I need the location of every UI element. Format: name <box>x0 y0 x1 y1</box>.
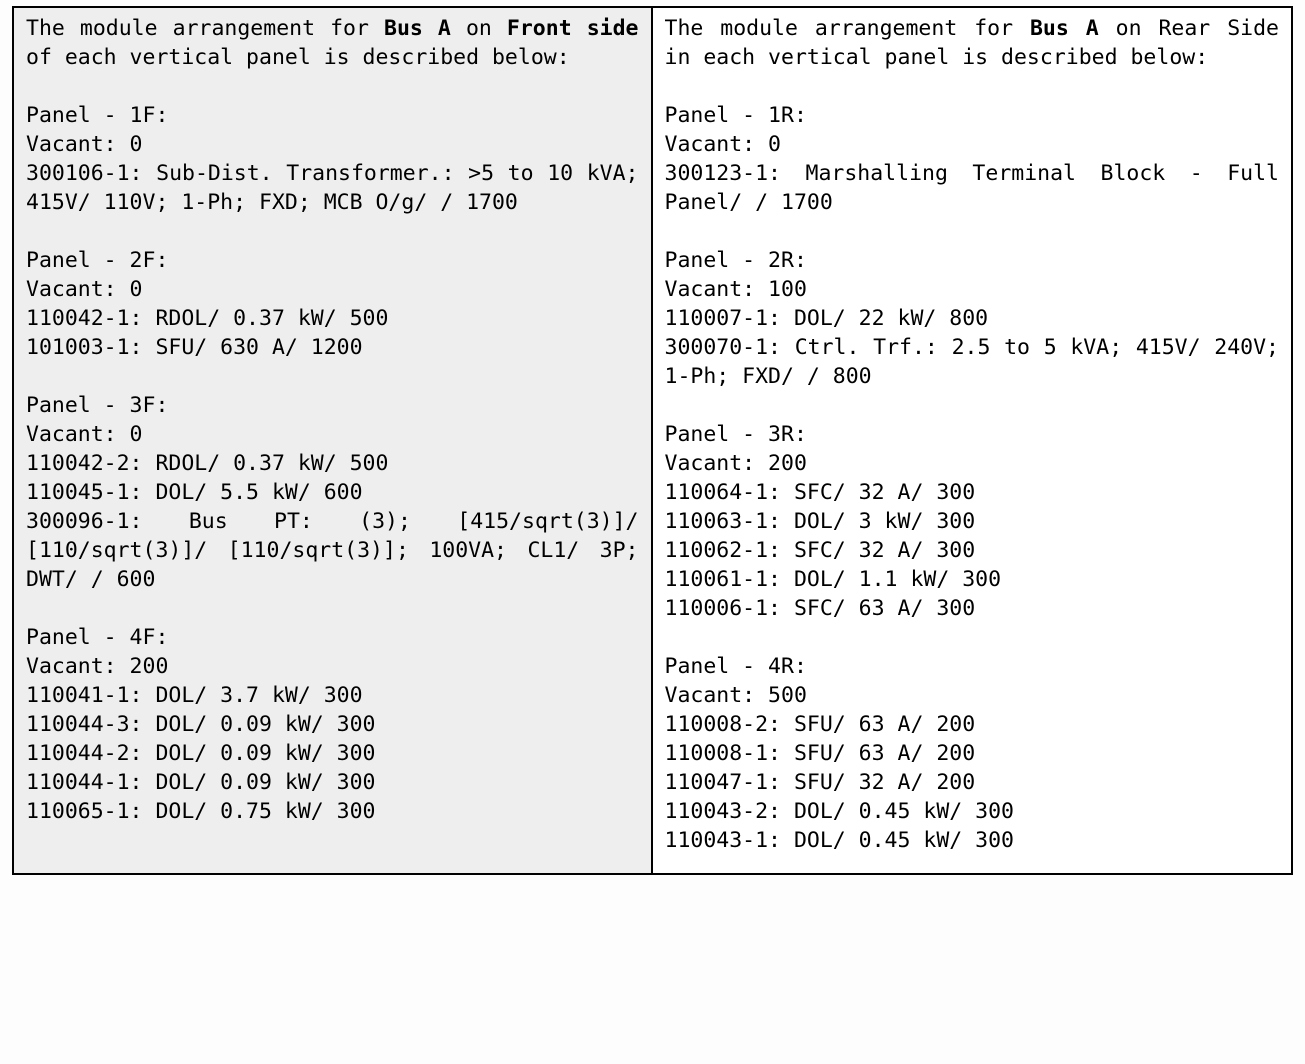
panel-vacant: Vacant: 0 <box>26 130 639 159</box>
rear-panel-block: Panel - 4R:Vacant: 500110008-2: SFU/ 63 … <box>665 652 1280 855</box>
panel-vacant: Vacant: 500 <box>665 681 1280 710</box>
module-line: 101003-1: SFU/ 630 A/ 1200 <box>26 333 639 362</box>
two-column-table: The module arrangement for Bus A on Fron… <box>12 6 1293 875</box>
module-line: 110042-2: RDOL/ 0.37 kW/ 500 <box>26 449 639 478</box>
module-line: 110043-1: DOL/ 0.45 kW/ 300 <box>665 826 1280 855</box>
front-side-column: The module arrangement for Bus A on Fron… <box>14 8 653 873</box>
rear-panel-block: Panel - 3R:Vacant: 200110064-1: SFC/ 32 … <box>665 420 1280 623</box>
module-line: 110008-1: SFU/ 63 A/ 200 <box>665 739 1280 768</box>
module-line: 110044-1: DOL/ 0.09 kW/ 300 <box>26 768 639 797</box>
panel-vacant: Vacant: 0 <box>26 275 639 304</box>
module-line: 110006-1: SFC/ 63 A/ 300 <box>665 594 1280 623</box>
panel-vacant: Vacant: 0 <box>665 130 1280 159</box>
module-line: 110042-1: RDOL/ 0.37 kW/ 500 <box>26 304 639 333</box>
rear-side-column: The module arrangement for Bus A on Rear… <box>653 8 1292 873</box>
module-line: 110045-1: DOL/ 5.5 kW/ 600 <box>26 478 639 507</box>
front-intro: The module arrangement for Bus A on Fron… <box>26 14 639 72</box>
front-intro-text-1: The module arrangement for <box>26 16 384 41</box>
module-line: 110044-2: DOL/ 0.09 kW/ 300 <box>26 739 639 768</box>
front-panel-block: Panel - 4F:Vacant: 200110041-1: DOL/ 3.7… <box>26 623 639 826</box>
rear-intro-text-1: The module arrangement for <box>665 16 1030 41</box>
module-line: 110063-1: DOL/ 3 kW/ 300 <box>665 507 1280 536</box>
front-intro-text-2: on <box>451 16 507 41</box>
panel-vacant: Vacant: 100 <box>665 275 1280 304</box>
module-line: 110008-2: SFU/ 63 A/ 200 <box>665 710 1280 739</box>
front-side-label: Front side <box>507 16 639 41</box>
module-line: 110064-1: SFC/ 32 A/ 300 <box>665 478 1280 507</box>
module-line: 110061-1: DOL/ 1.1 kW/ 300 <box>665 565 1280 594</box>
document-page: The module arrangement for Bus A on Fron… <box>0 0 1305 915</box>
front-bus-name: Bus A <box>384 16 451 41</box>
module-line: 110007-1: DOL/ 22 kW/ 800 <box>665 304 1280 333</box>
module-line: 110044-3: DOL/ 0.09 kW/ 300 <box>26 710 639 739</box>
panel-title: Panel - 4R: <box>665 652 1280 681</box>
module-line: 300123-1: Marshalling Terminal Block - F… <box>665 159 1280 217</box>
panel-title: Panel - 3R: <box>665 420 1280 449</box>
panel-title: Panel - 2F: <box>26 246 639 275</box>
panel-vacant: Vacant: 200 <box>26 652 639 681</box>
front-panel-block: Panel - 3F:Vacant: 0110042-2: RDOL/ 0.37… <box>26 391 639 594</box>
front-intro-text-3: of each vertical panel is described belo… <box>26 45 570 70</box>
panel-title: Panel - 3F: <box>26 391 639 420</box>
module-line: 110041-1: DOL/ 3.7 kW/ 300 <box>26 681 639 710</box>
rear-panel-block: Panel - 1R:Vacant: 0300123-1: Marshallin… <box>665 101 1280 217</box>
front-panels-container: Panel - 1F:Vacant: 0300106-1: Sub-Dist. … <box>26 101 639 826</box>
panel-vacant: Vacant: 0 <box>26 420 639 449</box>
panel-vacant: Vacant: 200 <box>665 449 1280 478</box>
module-line: 110043-2: DOL/ 0.45 kW/ 300 <box>665 797 1280 826</box>
module-line: 110047-1: SFU/ 32 A/ 200 <box>665 768 1280 797</box>
panel-title: Panel - 4F: <box>26 623 639 652</box>
module-line: 300096-1: Bus PT: (3); [415/sqrt(3)]/ [1… <box>26 507 639 594</box>
front-panel-block: Panel - 2F:Vacant: 0110042-1: RDOL/ 0.37… <box>26 246 639 362</box>
panel-title: Panel - 2R: <box>665 246 1280 275</box>
module-line: 300106-1: Sub-Dist. Transformer.: >5 to … <box>26 159 639 217</box>
rear-panel-block: Panel - 2R:Vacant: 100110007-1: DOL/ 22 … <box>665 246 1280 391</box>
module-line: 110062-1: SFC/ 32 A/ 300 <box>665 536 1280 565</box>
panel-title: Panel - 1R: <box>665 101 1280 130</box>
module-line: 110065-1: DOL/ 0.75 kW/ 300 <box>26 797 639 826</box>
front-panel-block: Panel - 1F:Vacant: 0300106-1: Sub-Dist. … <box>26 101 639 217</box>
rear-intro: The module arrangement for Bus A on Rear… <box>665 14 1280 72</box>
rear-bus-name: Bus A <box>1030 16 1099 41</box>
rear-panels-container: Panel - 1R:Vacant: 0300123-1: Marshallin… <box>665 101 1280 855</box>
panel-title: Panel - 1F: <box>26 101 639 130</box>
module-line: 300070-1: Ctrl. Trf.: 2.5 to 5 kVA; 415V… <box>665 333 1280 391</box>
